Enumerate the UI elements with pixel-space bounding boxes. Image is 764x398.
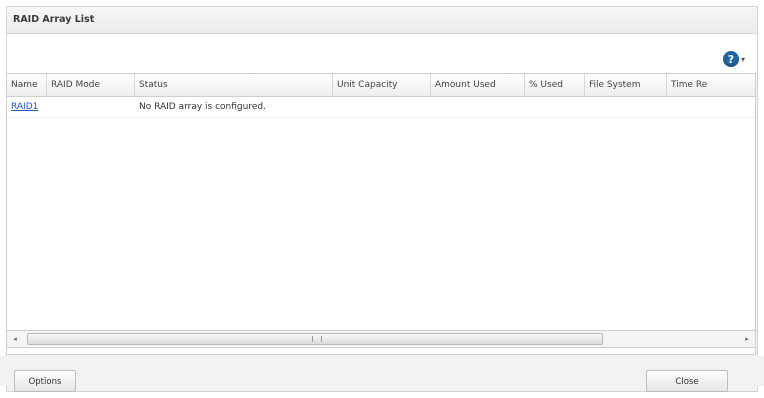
options-button[interactable]: Options <box>14 370 76 392</box>
column-header-file-system[interactable]: File System <box>585 74 667 96</box>
scrollbar-thumb[interactable] <box>27 333 603 345</box>
column-header-name[interactable]: Name <box>7 74 47 96</box>
column-header-unit-capacity[interactable]: Unit Capacity <box>333 74 431 96</box>
scrollbar-grip-icon <box>312 336 322 342</box>
table-header: Name RAID Mode Status Unit Capacity Amou… <box>7 74 755 97</box>
raid-array-table: Name RAID Mode Status Unit Capacity Amou… <box>6 73 756 355</box>
column-header-amount-used[interactable]: Amount Used <box>431 74 525 96</box>
dialog-footer: Options Close <box>0 356 764 392</box>
close-button[interactable]: Close <box>646 370 728 392</box>
scroll-right-icon[interactable]: ▸ <box>739 331 755 347</box>
percent-used-cell <box>525 97 589 117</box>
horizontal-scrollbar[interactable]: ◂ ▸ <box>6 330 756 348</box>
raid-array-name-link[interactable]: RAID1 <box>7 97 51 117</box>
time-remaining-cell <box>667 97 755 117</box>
raid-mode-cell <box>47 97 139 117</box>
dialog-title: RAID Array List <box>13 14 95 25</box>
table-row[interactable]: RAID1 No RAID array is configured. <box>7 97 755 118</box>
dialog-titlebar: RAID Array List <box>7 7 757 34</box>
column-header-raid-mode[interactable]: RAID Mode <box>47 74 135 96</box>
column-header-status[interactable]: Status <box>135 74 333 96</box>
help-menu-button[interactable]: ? ▾ <box>723 50 749 68</box>
status-cell: No RAID array is configured. <box>139 102 266 112</box>
unit-capacity-cell <box>333 97 435 117</box>
help-icon[interactable]: ? <box>723 51 739 67</box>
amount-used-cell <box>431 97 529 117</box>
chevron-down-icon[interactable]: ▾ <box>741 55 745 64</box>
file-system-cell <box>585 97 671 117</box>
column-header-time-remaining[interactable]: Time Re <box>667 74 755 96</box>
column-header-percent-used[interactable]: % Used <box>525 74 585 96</box>
scroll-left-icon[interactable]: ◂ <box>7 331 23 347</box>
